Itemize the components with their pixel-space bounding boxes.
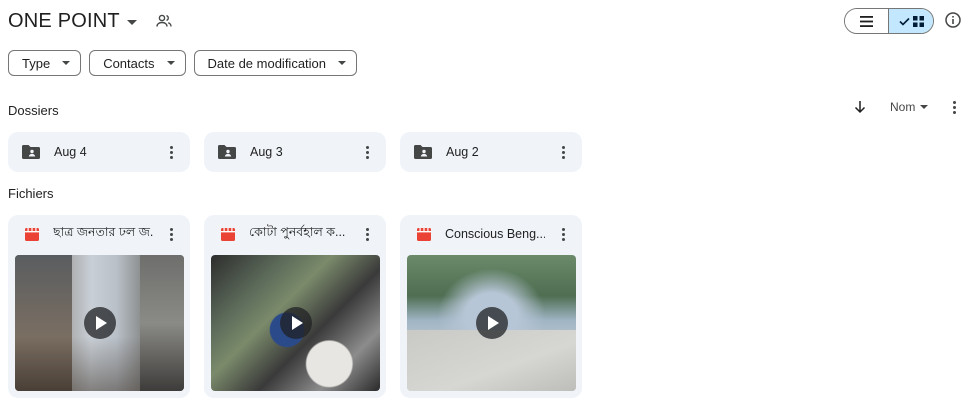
file-card[interactable]: কোটা পুনর্বহাল ক... [204, 215, 386, 398]
file-name: ছাত্র জনতার ঢল জ... [53, 225, 153, 239]
sort-bar: Nom [852, 97, 962, 117]
title-dropdown-icon[interactable] [126, 19, 137, 25]
file-name: Conscious Beng... [445, 227, 545, 241]
view-toggle[interactable] [844, 8, 934, 34]
more-options-icon[interactable] [163, 226, 179, 242]
title-row[interactable]: ONE POINT [8, 6, 173, 36]
video-file-icon [417, 227, 431, 241]
video-thumbnail[interactable] [15, 255, 184, 391]
folder-card[interactable]: Aug 4 [8, 132, 190, 172]
chevron-down-icon [62, 61, 71, 65]
play-icon[interactable] [83, 307, 116, 339]
page-title[interactable]: ONE POINT [8, 10, 120, 33]
chevron-down-icon[interactable] [920, 105, 929, 109]
shared-folder-icon [414, 145, 432, 159]
folder-name: Aug 4 [54, 145, 87, 159]
file-name: কোটা পুনর্বহাল ক... [249, 225, 346, 239]
play-icon[interactable] [475, 307, 508, 339]
grid-view-icon [912, 15, 924, 27]
more-options-icon[interactable] [359, 226, 375, 242]
folder-card[interactable]: Aug 3 [204, 132, 386, 172]
play-icon[interactable] [279, 307, 312, 339]
files-section-label: Fichiers [8, 186, 54, 201]
info-icon[interactable] [944, 11, 962, 29]
filter-modified-date-chip[interactable]: Date de modification [193, 50, 358, 76]
folder-name: Aug 2 [446, 145, 479, 159]
filter-contacts-chip[interactable]: Contacts [89, 50, 186, 76]
file-card[interactable]: ছাত্র জনতার ঢল জ... [8, 215, 190, 398]
more-options-icon[interactable] [555, 226, 571, 242]
more-options-icon[interactable] [946, 99, 962, 115]
video-thumbnail[interactable] [407, 255, 576, 391]
video-thumbnail[interactable] [211, 255, 380, 391]
chevron-down-icon [338, 61, 347, 65]
shared-folder-icon [22, 145, 40, 159]
video-file-icon [221, 227, 235, 241]
grid-view-button[interactable] [889, 9, 933, 33]
thumbnail-building-right [140, 255, 184, 391]
chip-label: Contacts [103, 55, 155, 71]
chip-label: Date de modification [207, 55, 327, 71]
thumbnail-building-left [15, 255, 73, 391]
people-icon[interactable] [155, 12, 173, 30]
sort-by-name-button[interactable]: Nom [890, 100, 915, 114]
list-view-button[interactable] [845, 9, 889, 33]
video-file-icon [25, 227, 39, 241]
folder-card[interactable]: Aug 2 [400, 132, 582, 172]
filter-type-chip[interactable]: Type [8, 50, 82, 76]
more-options-icon[interactable] [555, 144, 571, 160]
folder-name: Aug 3 [250, 145, 283, 159]
arrow-down-icon[interactable] [852, 99, 868, 115]
more-options-icon[interactable] [163, 144, 179, 160]
filter-chips: Type Contacts Date de modification [8, 50, 358, 76]
list-view-icon [860, 15, 873, 27]
folders-section-label: Dossiers [8, 103, 59, 118]
chevron-down-icon [166, 61, 175, 65]
check-icon [898, 17, 910, 26]
chip-label: Type [22, 55, 51, 71]
shared-folder-icon [218, 145, 236, 159]
more-options-icon[interactable] [359, 144, 375, 160]
file-card[interactable]: Conscious Beng... [400, 215, 582, 398]
